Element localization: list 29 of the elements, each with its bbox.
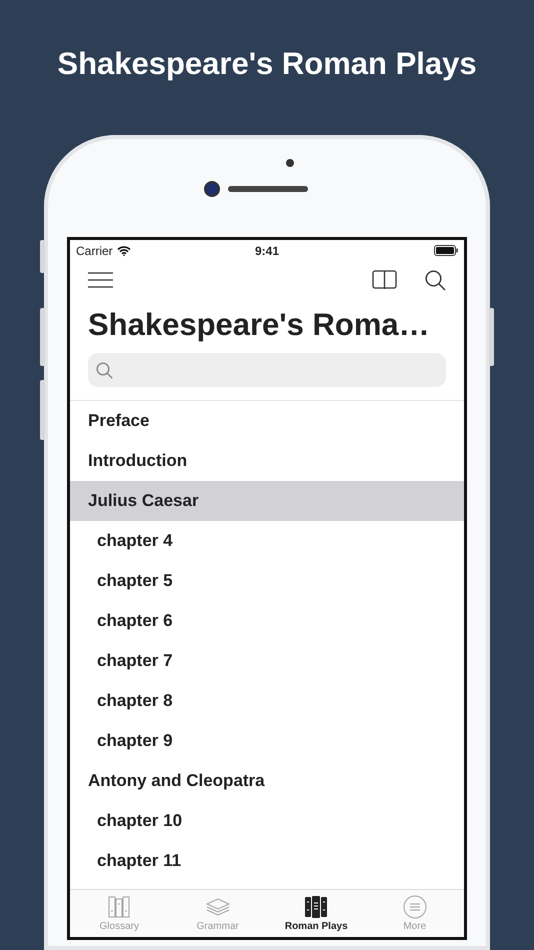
chapter-item[interactable]: chapter 8 bbox=[70, 681, 464, 721]
search-field[interactable] bbox=[88, 353, 446, 387]
list-circle-icon bbox=[402, 895, 427, 919]
book-icon[interactable] bbox=[372, 270, 397, 290]
chapter-item[interactable]: chapter 11 bbox=[70, 841, 464, 881]
tab[interactable]: Roman Plays bbox=[280, 893, 352, 934]
chapter-item[interactable]: chapter 10 bbox=[70, 801, 464, 841]
battery-icon bbox=[434, 245, 458, 256]
carrier-label: Carrier bbox=[76, 244, 113, 258]
menu-icon[interactable] bbox=[88, 272, 113, 288]
screen-title: Shakespeare's Roma… bbox=[88, 306, 431, 344]
wifi-icon bbox=[116, 246, 131, 256]
chapter-item[interactable]: chapter 7 bbox=[70, 641, 464, 681]
chapter-item[interactable]: chapter 6 bbox=[70, 601, 464, 641]
chapter-item[interactable]: chapter 5 bbox=[70, 561, 464, 601]
clock-time: 9:41 bbox=[254, 244, 280, 258]
section-item[interactable]: Introduction bbox=[70, 441, 464, 481]
section-item[interactable]: Antony and Cleopatra bbox=[70, 761, 464, 801]
search-icon bbox=[96, 362, 113, 378]
books-icon bbox=[107, 895, 132, 919]
search-icon[interactable] bbox=[425, 270, 446, 290]
books-icon bbox=[304, 895, 328, 919]
chapter-item[interactable]: chapter 9 bbox=[70, 721, 464, 761]
headline: Shakespeare's Roman Plays bbox=[57, 46, 477, 82]
camera-icon bbox=[206, 183, 218, 195]
sensor-dot bbox=[286, 159, 294, 167]
chapter-item[interactable]: chapter 4 bbox=[70, 521, 464, 561]
section-item[interactable]: Preface bbox=[70, 401, 464, 441]
section-item[interactable]: Julius Caesar bbox=[70, 481, 464, 521]
